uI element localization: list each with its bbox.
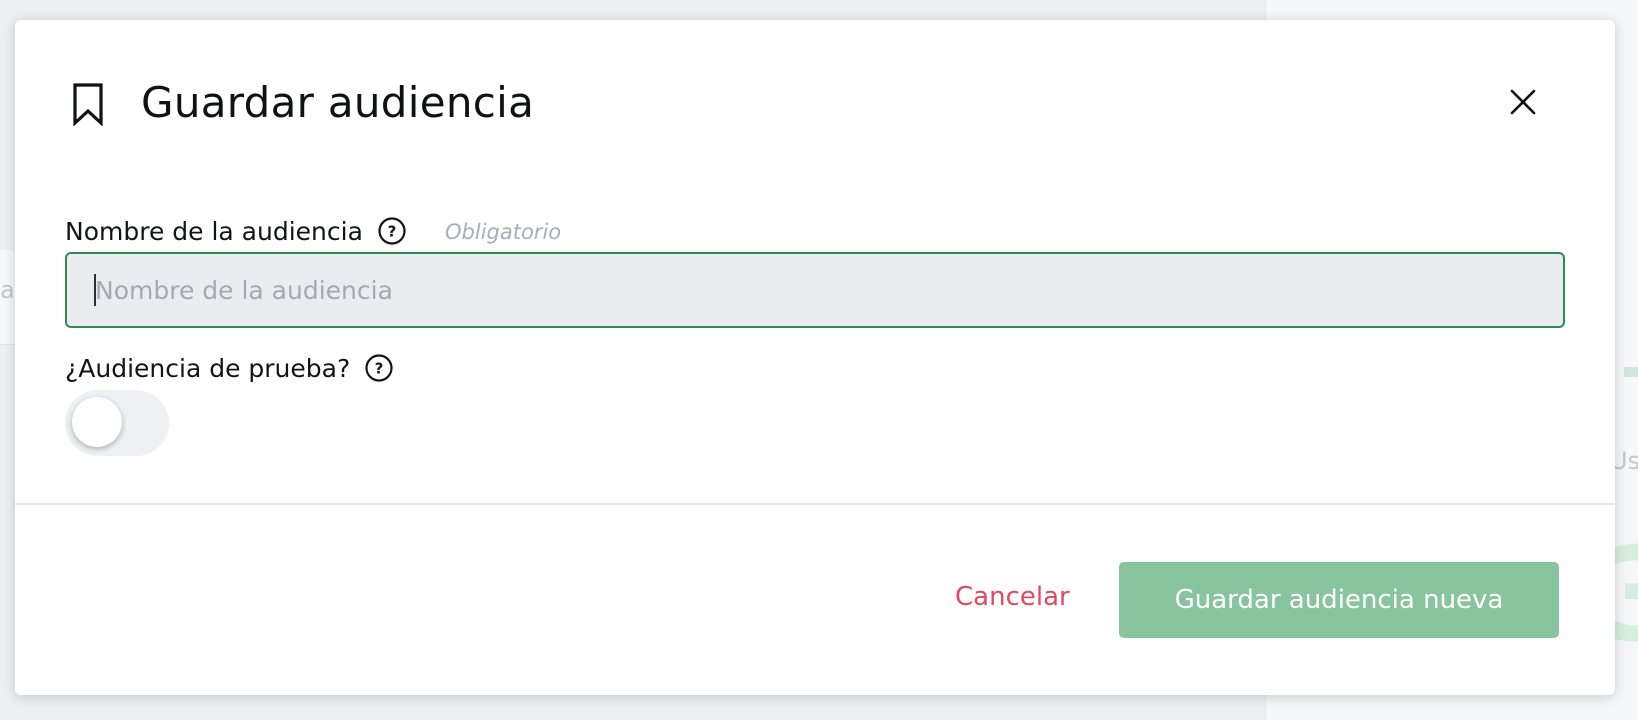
required-hint: Obligatorio: [445, 220, 562, 244]
cancel-button[interactable]: Cancelar: [955, 582, 1070, 612]
test-audience-label-row: ¿Audiencia de prueba? ?: [65, 353, 394, 383]
close-icon: [1510, 89, 1536, 115]
background-partial-text-left: a: [0, 276, 15, 304]
footer-divider: [15, 503, 1615, 505]
audience-name-input[interactable]: [65, 252, 1565, 328]
help-icon[interactable]: ?: [364, 353, 394, 383]
help-icon[interactable]: ?: [377, 216, 407, 246]
bookmark-icon: [73, 83, 103, 126]
test-audience-label: ¿Audiencia de prueba?: [65, 353, 351, 383]
close-button[interactable]: [1503, 82, 1543, 122]
save-new-audience-button[interactable]: Guardar audiencia nueva: [1119, 562, 1559, 638]
svg-text:?: ?: [375, 360, 384, 378]
svg-text:?: ?: [388, 223, 397, 241]
audience-name-label-row: Nombre de la audiencia ?: [65, 216, 407, 246]
dialog-title: Guardar audiencia: [141, 78, 535, 127]
text-caret: [94, 274, 96, 306]
toggle-knob: [72, 397, 122, 447]
audience-name-label: Nombre de la audiencia: [65, 216, 363, 246]
background-green-mark: [1624, 367, 1638, 377]
test-audience-toggle[interactable]: [65, 390, 169, 456]
save-audience-dialog: Guardar audiencia Nombre de la audiencia…: [15, 20, 1615, 695]
